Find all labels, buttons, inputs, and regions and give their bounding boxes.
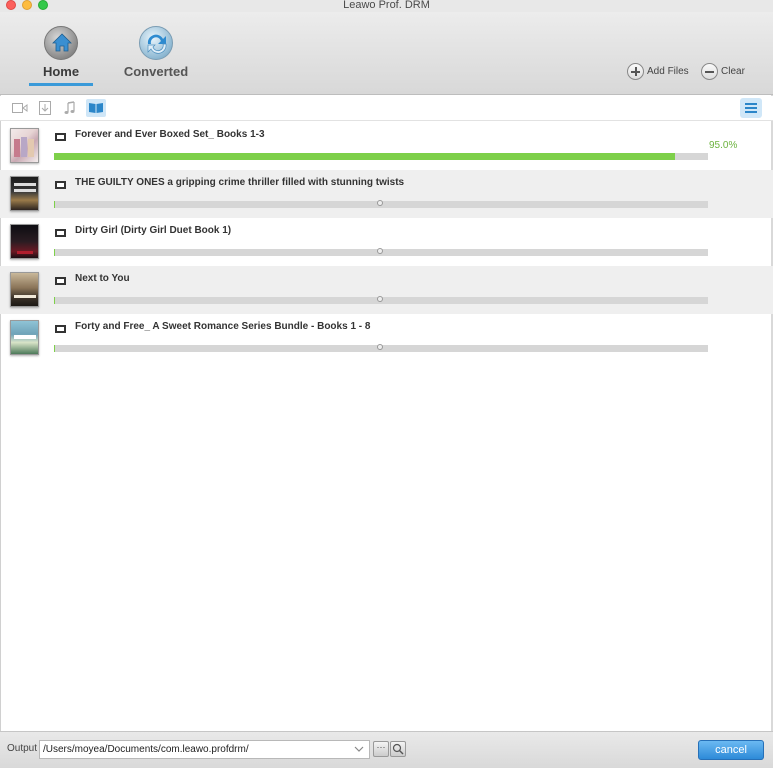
browse-folder-button[interactable]: ··· bbox=[373, 741, 389, 757]
converted-tab-label: Converted bbox=[123, 64, 189, 79]
progress-fill bbox=[54, 345, 55, 352]
title-bar: Leawo Prof. DRM bbox=[0, 0, 773, 12]
video-filter-button[interactable] bbox=[10, 99, 30, 117]
list-view-button[interactable] bbox=[740, 98, 762, 118]
progress-bar bbox=[54, 248, 708, 256]
book-icon bbox=[89, 103, 103, 113]
active-tab-indicator bbox=[29, 83, 93, 86]
chevron-down-icon[interactable] bbox=[354, 744, 364, 754]
file-row[interactable]: Dirty Girl (Dirty Girl Duet Book 1) bbox=[0, 218, 773, 266]
document-filter-button[interactable] bbox=[35, 99, 55, 117]
progress-bar bbox=[54, 344, 708, 352]
home-tab-label: Home bbox=[42, 64, 80, 79]
progress-spinner-icon bbox=[377, 248, 383, 254]
list-icon-line bbox=[745, 111, 757, 113]
book-cover-thumbnail bbox=[10, 320, 39, 355]
video-icon bbox=[12, 103, 28, 113]
list-icon-line bbox=[745, 103, 757, 105]
book-cover-thumbnail bbox=[10, 272, 39, 307]
progress-percent: 95.0% bbox=[709, 140, 738, 151]
progress-bar bbox=[54, 153, 708, 160]
document-icon bbox=[39, 101, 51, 115]
add-files-button[interactable]: Add Files bbox=[627, 63, 689, 81]
clear-label: Clear bbox=[721, 66, 745, 78]
book-cover-thumbnail bbox=[10, 224, 39, 259]
ebook-file-icon bbox=[55, 277, 66, 285]
progress-fill bbox=[54, 153, 675, 160]
file-list: Forever and Ever Boxed Set_ Books 1-3 95… bbox=[0, 122, 773, 362]
file-row[interactable]: Next to You bbox=[0, 266, 773, 314]
home-icon bbox=[44, 26, 78, 60]
file-title: Dirty Girl (Dirty Girl Duet Book 1) bbox=[75, 225, 232, 236]
file-title: Forever and Ever Boxed Set_ Books 1-3 bbox=[75, 129, 265, 140]
progress-spinner-icon bbox=[377, 296, 383, 302]
file-title: Next to You bbox=[75, 273, 130, 284]
ebook-file-icon bbox=[55, 229, 66, 237]
file-title: THE GUILTY ONES a gripping crime thrille… bbox=[75, 177, 405, 188]
converted-tab[interactable]: Converted bbox=[118, 26, 194, 79]
ebook-file-icon bbox=[55, 133, 66, 141]
book-cover-thumbnail bbox=[10, 128, 39, 163]
home-tab[interactable]: Home bbox=[30, 26, 92, 79]
magnifier-icon bbox=[392, 743, 404, 755]
minus-icon bbox=[701, 63, 718, 80]
output-bar: Output ··· cancel bbox=[0, 731, 773, 768]
progress-bar bbox=[54, 200, 708, 208]
ebook-file-icon bbox=[55, 181, 66, 189]
music-filter-button[interactable] bbox=[60, 99, 80, 117]
converted-icon bbox=[139, 26, 173, 60]
progress-bar bbox=[54, 296, 708, 304]
file-row[interactable]: Forever and Ever Boxed Set_ Books 1-3 95… bbox=[0, 122, 773, 170]
progress-spinner-icon bbox=[377, 200, 383, 206]
window-title: Leawo Prof. DRM bbox=[343, 0, 430, 11]
ebook-filter-button[interactable] bbox=[86, 99, 106, 117]
list-icon-line bbox=[745, 107, 757, 109]
file-title: Forty and Free_ A Sweet Romance Series B… bbox=[75, 321, 371, 332]
main-toolbar: Home Converted Add Files Clear bbox=[0, 12, 773, 95]
open-folder-button[interactable] bbox=[390, 741, 406, 757]
progress-fill bbox=[54, 201, 55, 208]
output-path-input[interactable] bbox=[39, 740, 370, 759]
clear-button[interactable]: Clear bbox=[701, 63, 745, 81]
cancel-button[interactable]: cancel bbox=[698, 740, 764, 760]
media-filter-bar bbox=[0, 96, 773, 121]
book-cover-thumbnail bbox=[10, 176, 39, 211]
file-row[interactable]: Forty and Free_ A Sweet Romance Series B… bbox=[0, 314, 773, 362]
file-row[interactable]: THE GUILTY ONES a gripping crime thrille… bbox=[0, 170, 773, 218]
progress-fill bbox=[54, 249, 55, 256]
ebook-file-icon bbox=[55, 325, 66, 333]
plus-icon bbox=[627, 63, 644, 80]
progress-spinner-icon bbox=[377, 344, 383, 350]
progress-fill bbox=[54, 297, 55, 304]
output-label: Output bbox=[7, 743, 38, 754]
add-files-label: Add Files bbox=[647, 66, 689, 78]
music-icon bbox=[64, 101, 75, 114]
